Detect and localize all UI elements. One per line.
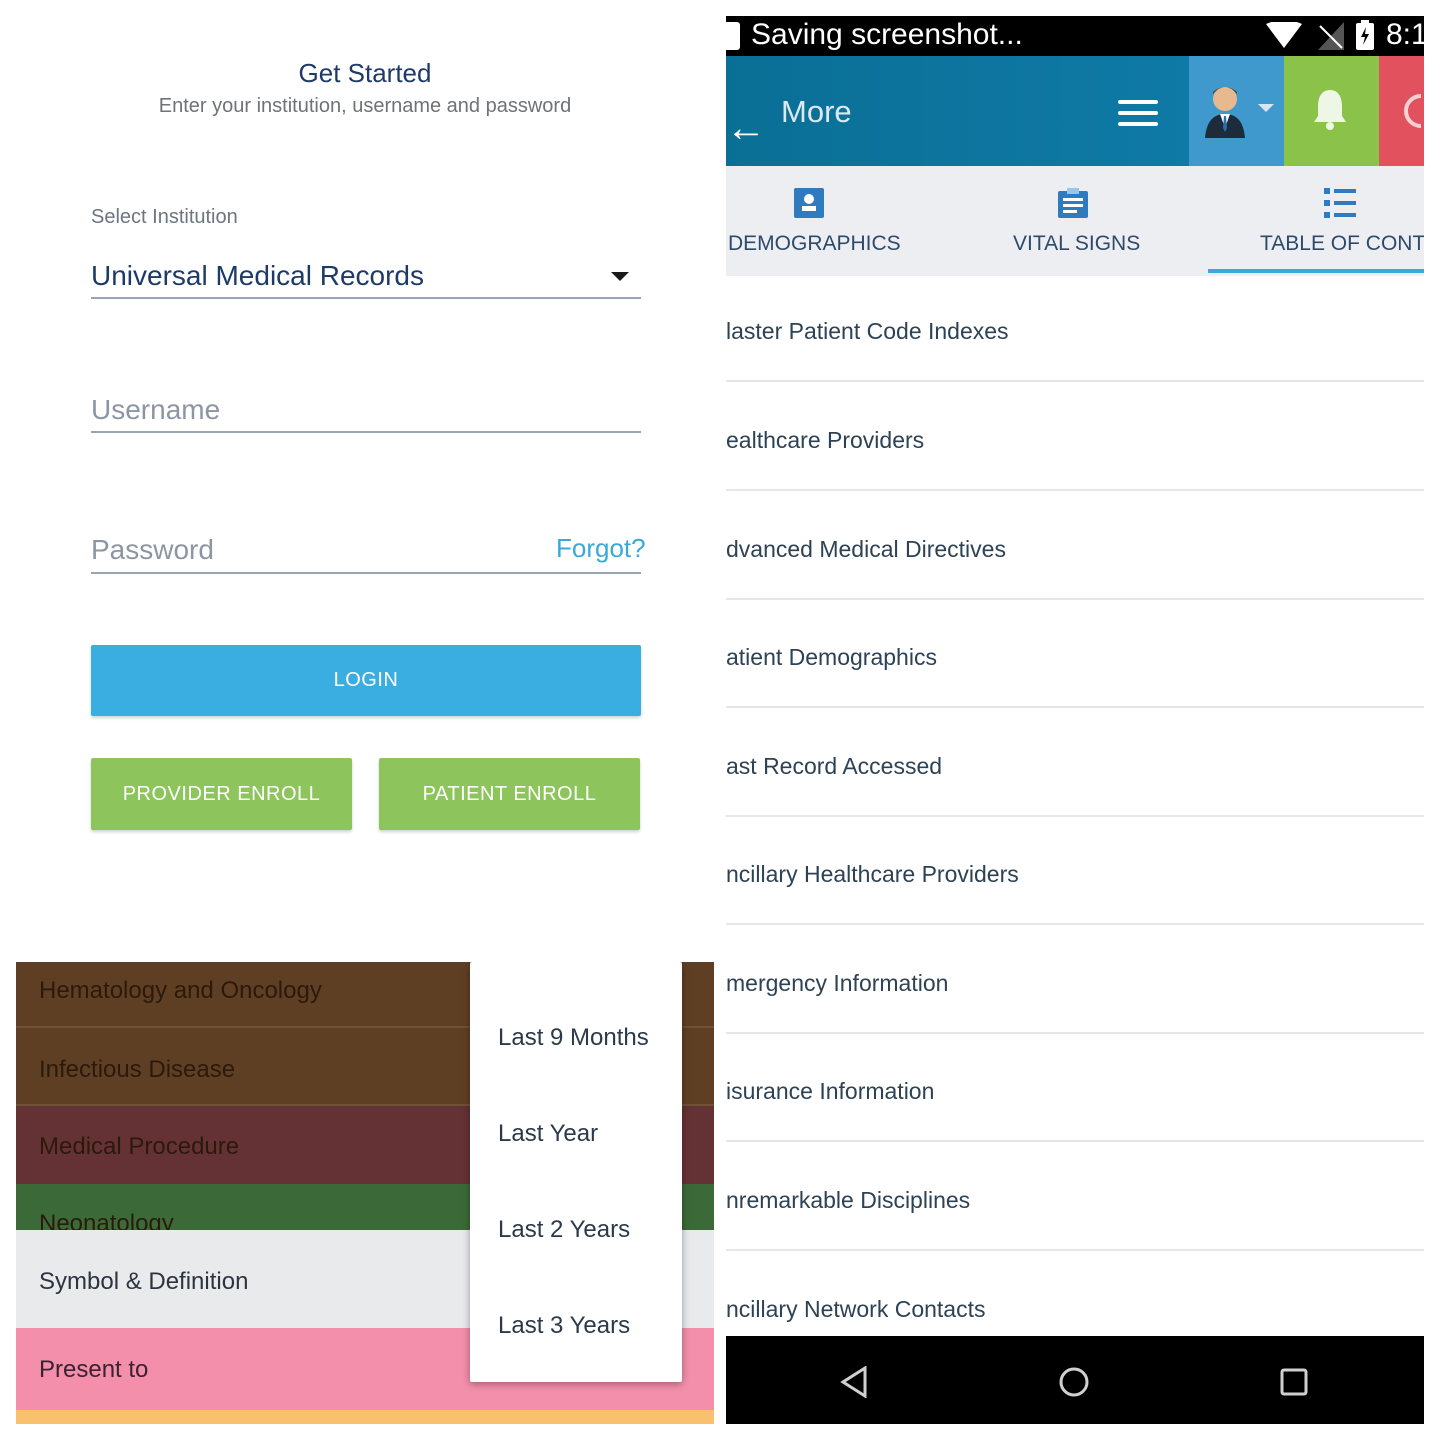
status-bar: Saving screenshot... 8:1 bbox=[726, 16, 1424, 56]
list-item-label: dvanced Medical Directives bbox=[726, 536, 1006, 562]
avatar-icon bbox=[1205, 87, 1245, 138]
status-text: Saving screenshot... bbox=[751, 18, 1023, 51]
list-item-label: isurance Information bbox=[726, 1078, 935, 1104]
institution-select[interactable]: Universal Medical Records bbox=[91, 260, 424, 292]
list-item-label: ealthcare Providers bbox=[726, 427, 925, 453]
popup-option-label: Last 9 Months bbox=[498, 1024, 649, 1051]
tab-label: VITAL SIGNS bbox=[1013, 232, 1141, 255]
category-label: Neonatology bbox=[39, 1210, 174, 1230]
list-item-label: nremarkable Disciplines bbox=[726, 1187, 971, 1213]
login-subtitle: Enter your institution, username and pas… bbox=[158, 95, 572, 117]
password-underline bbox=[91, 572, 641, 574]
list-item[interactable]: dvanced Medical Directives bbox=[726, 492, 1424, 600]
refresh-icon bbox=[1404, 94, 1422, 128]
wifi-icon bbox=[1266, 22, 1302, 48]
menu-icon[interactable] bbox=[1118, 98, 1160, 128]
list-item-label: mergency Information bbox=[726, 970, 949, 996]
popup-option[interactable]: Last 3 Years bbox=[470, 1278, 682, 1374]
username-underline bbox=[91, 431, 641, 433]
chevron-down-icon bbox=[1258, 104, 1274, 112]
nav-recents-icon[interactable] bbox=[1280, 1368, 1308, 1396]
category-label: Hematology and Oncology bbox=[39, 977, 322, 1004]
forgot-password-link[interactable]: Forgot? bbox=[556, 533, 646, 564]
popup-option[interactable]: Last 9 Months bbox=[470, 990, 682, 1086]
category-label: Medical Procedure bbox=[39, 1133, 240, 1160]
tab-table-of-contents[interactable]: TABLE OF CONT. bbox=[1226, 166, 1424, 276]
toolbar-title: More bbox=[781, 94, 852, 129]
popup-option-label: Last 3 Years bbox=[498, 1312, 631, 1339]
tab-vital-signs[interactable]: VITAL SIGNS bbox=[996, 166, 1156, 276]
screenshot-icon bbox=[726, 22, 740, 50]
patient-enroll-button[interactable]: PATIENT ENROLL bbox=[379, 758, 640, 830]
institution-underline bbox=[91, 297, 641, 299]
phone-panel: Saving screenshot... 8:1 ← More DEMOGRAP… bbox=[726, 16, 1424, 1424]
password-input[interactable] bbox=[91, 530, 561, 570]
popup-option-label: Last 2 Years bbox=[498, 1216, 631, 1243]
notifications-button[interactable] bbox=[1284, 56, 1379, 166]
category-label: Present to bbox=[39, 1356, 149, 1383]
signal-icon bbox=[1318, 22, 1344, 50]
login-panel: Get Started Enter your institution, user… bbox=[0, 0, 724, 950]
top-toolbar: ← More bbox=[726, 56, 1424, 166]
time-range-popup: Last 9 Months Last Year Last 2 Years Las… bbox=[470, 962, 682, 1382]
institution-label: Select Institution bbox=[91, 206, 238, 228]
tab-demographics[interactable]: DEMOGRAPHICS bbox=[726, 166, 901, 276]
clipboard-icon bbox=[1058, 188, 1088, 218]
back-arrow-icon[interactable]: ← bbox=[726, 108, 766, 148]
category-label: Infectious Disease bbox=[39, 1056, 236, 1083]
list-icon bbox=[1324, 188, 1356, 218]
list-item[interactable]: laster Patient Code Indexes bbox=[726, 274, 1424, 382]
list-item[interactable]: nremarkable Disciplines bbox=[726, 1143, 1424, 1251]
category-label: Symbol & Definition bbox=[39, 1268, 249, 1295]
user-menu-button[interactable] bbox=[1189, 56, 1284, 166]
nav-home-icon[interactable] bbox=[1058, 1366, 1090, 1398]
color-strip bbox=[16, 1410, 714, 1424]
login-button[interactable]: LOGIN bbox=[91, 645, 641, 716]
bell-icon bbox=[1314, 90, 1346, 130]
id-card-icon bbox=[794, 188, 824, 218]
tab-label: TABLE OF CONT. bbox=[1260, 232, 1424, 255]
tab-label: DEMOGRAPHICS bbox=[728, 232, 901, 255]
tab-bar: DEMOGRAPHICS VITAL SIGNS TABLE OF CONT. bbox=[726, 166, 1424, 276]
category-panel: Hematology and Oncology Infectious Disea… bbox=[16, 962, 714, 1424]
list-item-label: atient Demographics bbox=[726, 644, 937, 670]
list-item[interactable]: atient Demographics bbox=[726, 600, 1424, 708]
provider-enroll-button[interactable]: PROVIDER ENROLL bbox=[91, 758, 352, 830]
list-item-label: laster Patient Code Indexes bbox=[726, 318, 1009, 344]
list-item[interactable]: ncillary Healthcare Providers bbox=[726, 817, 1424, 925]
list-item-label: ncillary Healthcare Providers bbox=[726, 861, 1019, 887]
dropdown-caret-icon[interactable] bbox=[611, 272, 629, 281]
battery-icon bbox=[1356, 20, 1374, 50]
login-title: Get Started bbox=[298, 58, 432, 88]
popup-option[interactable]: Last 2 Years bbox=[470, 1182, 682, 1278]
popup-option-label: Last Year bbox=[498, 1120, 599, 1147]
list-item-label: ast Record Accessed bbox=[726, 753, 943, 779]
list-item[interactable]: mergency Information bbox=[726, 926, 1424, 1034]
list-item[interactable]: isurance Information bbox=[726, 1034, 1424, 1142]
android-nav-bar bbox=[726, 1336, 1424, 1424]
username-input[interactable] bbox=[91, 390, 561, 430]
nav-back-icon[interactable] bbox=[840, 1366, 868, 1398]
list-item[interactable]: ealthcare Providers bbox=[726, 383, 1424, 491]
popup-option[interactable]: Last Year bbox=[470, 1086, 682, 1182]
status-time: 8:1 bbox=[1386, 18, 1424, 51]
active-tab-indicator bbox=[1208, 269, 1424, 273]
list-item[interactable]: ast Record Accessed bbox=[726, 709, 1424, 817]
power-button[interactable] bbox=[1379, 56, 1424, 166]
list-item-label: ncillary Network Contacts bbox=[726, 1296, 986, 1322]
